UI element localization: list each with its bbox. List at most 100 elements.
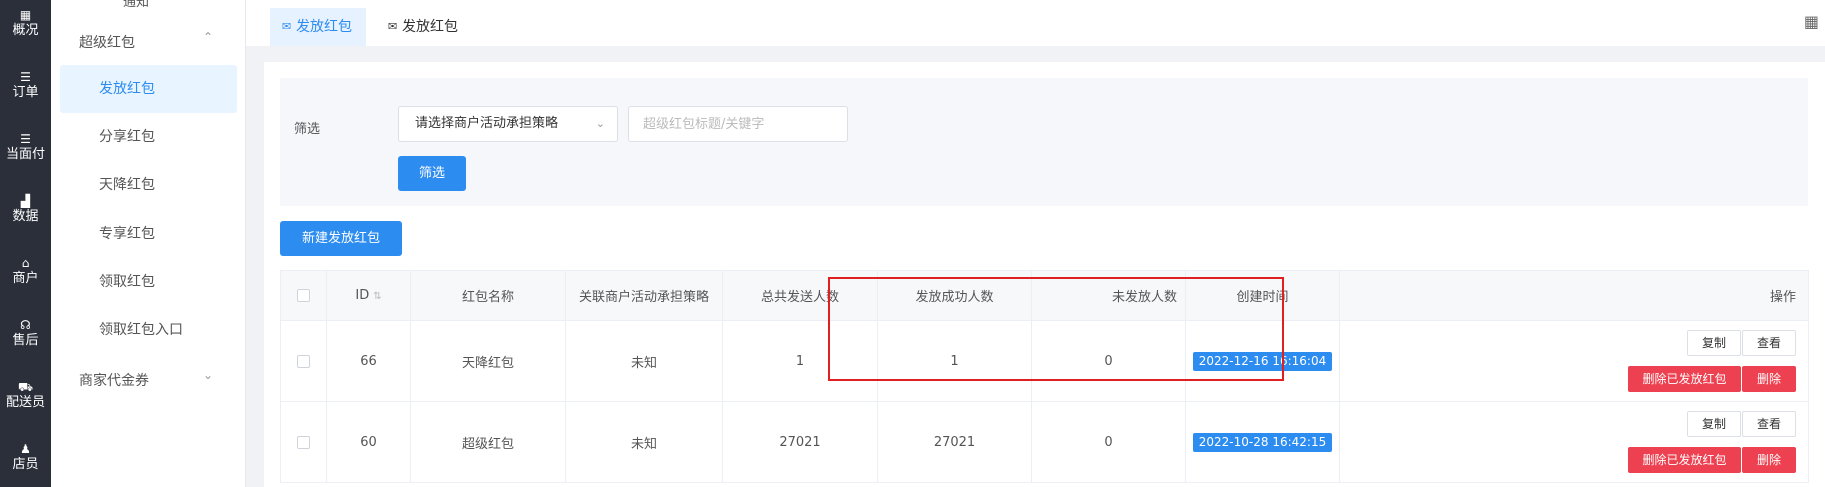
tabs-bar: ✉ 发放红包 ✉ 发放红包 ▦ xyxy=(246,0,1825,46)
submenu-item-claim-redpacket[interactable]: 领取红包 xyxy=(60,258,237,306)
tab-issue-redpacket[interactable]: ✉ 发放红包 xyxy=(376,8,472,46)
cell-strategy: 未知 xyxy=(565,401,723,483)
cell-id: 60 xyxy=(326,401,411,483)
filter-panel: 筛选 请选择商户活动承担策略 ⌄ 筛选 xyxy=(280,78,1808,206)
tab-issue-redpacket-active[interactable]: ✉ 发放红包 xyxy=(270,8,366,46)
chevron-up-icon: ⌃ xyxy=(203,30,214,44)
header-strategy: 关联商户活动承担策略 xyxy=(565,270,723,321)
envelope-icon: ✉ xyxy=(282,20,292,33)
view-button[interactable]: 查看 xyxy=(1742,330,1796,356)
submenu-item-exclusive-redpacket[interactable]: 专享红包 xyxy=(60,210,237,258)
user-icon: ♟ xyxy=(20,442,31,456)
nav-after-sales[interactable]: ☊ 售后 xyxy=(0,318,51,349)
select-all-checkbox[interactable] xyxy=(297,289,310,302)
filter-button[interactable]: 筛选 xyxy=(398,156,466,191)
cell-success: 27021 xyxy=(877,401,1032,483)
redpacket-table: ID ⇅ 红包名称 关联商户活动承担策略 总共发送人数 发放成功人数 未发放人数 … xyxy=(280,270,1809,483)
row-checkbox[interactable] xyxy=(297,354,310,368)
header-checkbox-cell xyxy=(280,270,327,321)
select-value: 请选择商户活动承担策略 xyxy=(415,116,559,131)
nav-merchant[interactable]: ⌂ 商户 xyxy=(0,256,51,287)
store-icon: ⌂ xyxy=(21,256,30,270)
dashboard-icon: ▦ xyxy=(19,8,32,22)
table-row: 60 超级红包 未知 27021 27021 0 2022-10-28 16:4… xyxy=(280,401,1809,483)
cell-created: 2022-10-28 16:42:15 xyxy=(1185,401,1340,483)
main-nav-rail: ▦ 概况 ☰ 订单 ☰ 当面付 ▟ 数据 ⌂ 商户 ☊ 售后 ⛟ 配送员 ♟ 店… xyxy=(0,0,51,487)
group-label: 商家代金券 xyxy=(79,373,149,389)
nav-face-pay[interactable]: ☰ 当面付 xyxy=(0,132,51,163)
delete-button[interactable]: 删除 xyxy=(1742,366,1796,392)
cell-unsent: 0 xyxy=(1031,401,1186,483)
list-icon: ☰ xyxy=(20,70,31,84)
header-name: 红包名称 xyxy=(410,270,566,321)
cell-name: 超级红包 xyxy=(410,401,566,483)
truck-icon: ⛟ xyxy=(17,380,34,394)
cell-name: 天降红包 xyxy=(410,320,566,402)
sub-menu: 通知 超级红包 ⌃ 发放红包 分享红包 天降红包 专享红包 领取红包 领取红包入… xyxy=(51,0,246,487)
cell-ops: 复制 查看 删除已发放红包 删除 xyxy=(1339,320,1809,402)
copy-button[interactable]: 复制 xyxy=(1687,411,1741,437)
nav-label: 售后 xyxy=(12,333,39,348)
envelope-icon: ✉ xyxy=(388,20,398,33)
grid-icon[interactable]: ▦ xyxy=(1804,12,1819,31)
row-checkbox[interactable] xyxy=(297,435,310,449)
nav-label: 概况 xyxy=(12,23,39,38)
nav-label: 商户 xyxy=(12,271,39,286)
submenu-item-share-redpacket[interactable]: 分享红包 xyxy=(60,113,237,161)
cell-created: 2022-12-16 16:16:04 xyxy=(1185,320,1340,402)
sort-icon[interactable]: ⇅ xyxy=(373,291,381,302)
filter-label: 筛选 xyxy=(294,122,321,137)
header-id[interactable]: ID ⇅ xyxy=(326,270,411,321)
submenu-group-voucher[interactable]: 商家代金券 ⌄ xyxy=(51,368,246,392)
header-created: 创建时间 xyxy=(1185,270,1340,321)
delete-sent-button[interactable]: 删除已发放红包 xyxy=(1628,447,1741,473)
submenu-item-issue-redpacket[interactable]: 发放红包 xyxy=(60,65,237,113)
submenu-group-super-redpacket[interactable]: 超级红包 ⌃ xyxy=(51,30,246,54)
created-time-badge: 2022-10-28 16:42:15 xyxy=(1192,432,1333,452)
header-ops: 操作 xyxy=(1339,270,1809,321)
nav-orders[interactable]: ☰ 订单 xyxy=(0,70,51,101)
header-total: 总共发送人数 xyxy=(722,270,878,321)
nav-label: 数据 xyxy=(12,209,39,224)
cell-total: 1 xyxy=(722,320,878,402)
nav-courier[interactable]: ⛟ 配送员 xyxy=(0,380,51,411)
table-header-row: ID ⇅ 红包名称 关联商户活动承担策略 总共发送人数 发放成功人数 未发放人数 … xyxy=(280,270,1809,321)
row-checkbox-cell xyxy=(280,401,327,483)
cell-id: 66 xyxy=(326,320,411,402)
list-icon: ☰ xyxy=(20,132,31,146)
nav-label: 订单 xyxy=(12,85,39,100)
nav-label: 配送员 xyxy=(5,395,45,410)
header-success: 发放成功人数 xyxy=(877,270,1032,321)
new-redpacket-button[interactable]: 新建发放红包 xyxy=(280,221,402,256)
cell-strategy: 未知 xyxy=(565,320,723,402)
submenu-partial-item[interactable]: 通知 xyxy=(123,0,149,10)
view-button[interactable]: 查看 xyxy=(1742,411,1796,437)
nav-label: 店员 xyxy=(12,457,39,472)
tab-label: 发放红包 xyxy=(296,19,352,35)
keyword-input[interactable] xyxy=(628,106,848,142)
strategy-select[interactable]: 请选择商户活动承担策略 ⌄ xyxy=(398,106,618,142)
copy-button[interactable]: 复制 xyxy=(1687,330,1741,356)
chevron-down-icon: ⌄ xyxy=(595,117,605,130)
nav-data[interactable]: ▟ 数据 xyxy=(0,194,51,225)
cell-unsent: 0 xyxy=(1031,320,1186,402)
created-time-badge: 2022-12-16 16:16:04 xyxy=(1192,351,1333,371)
bar-chart-icon: ▟ xyxy=(20,194,31,208)
cell-success: 1 xyxy=(877,320,1032,402)
submenu-item-claim-entry[interactable]: 领取红包入口 xyxy=(60,306,237,354)
tab-label: 发放红包 xyxy=(402,19,458,35)
nav-clerk[interactable]: ♟ 店员 xyxy=(0,442,51,473)
nav-label: 当面付 xyxy=(5,147,45,162)
group-label: 超级红包 xyxy=(79,35,135,51)
delete-button[interactable]: 删除 xyxy=(1742,447,1796,473)
cell-total: 27021 xyxy=(722,401,878,483)
headset-icon: ☊ xyxy=(20,318,31,332)
chevron-down-icon: ⌄ xyxy=(203,368,214,382)
delete-sent-button[interactable]: 删除已发放红包 xyxy=(1628,366,1741,392)
nav-overview[interactable]: ▦ 概况 xyxy=(0,8,51,39)
table-row: 66 天降红包 未知 1 1 0 2022-12-16 16:16:04 复制 … xyxy=(280,320,1809,402)
cell-ops: 复制 查看 删除已发放红包 删除 xyxy=(1339,401,1809,483)
content-card: 筛选 请选择商户活动承担策略 ⌄ 筛选 新建发放红包 ID⇅ 红包名称 关联商户… xyxy=(264,62,1825,487)
submenu-item-sky-redpacket[interactable]: 天降红包 xyxy=(60,161,237,209)
row-checkbox-cell xyxy=(280,320,327,402)
